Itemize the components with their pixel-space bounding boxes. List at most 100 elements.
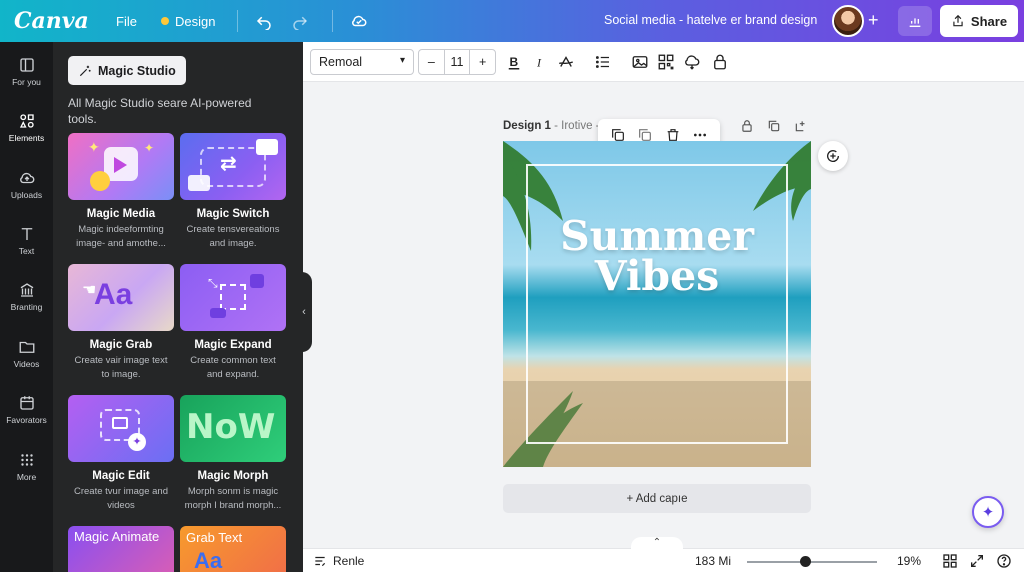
rail-item-more[interactable]: More [0, 451, 53, 482]
rail-label: Branting [10, 302, 43, 312]
video-thumb-icon [256, 139, 278, 155]
shapes-icon [19, 114, 34, 128]
zoom-slider[interactable] [747, 556, 877, 567]
avatar[interactable] [832, 5, 864, 37]
tile-magic-media[interactable]: ✦ ✦ Magic Media Magic indeeformting image… [68, 133, 174, 251]
tile-name: Magic Switch [196, 208, 270, 220]
svg-text:I: I [536, 56, 542, 70]
headline-text[interactable]: Summer Vibes [503, 216, 811, 297]
divider [332, 10, 334, 32]
tile-name: Magic Expand [194, 339, 272, 351]
tile-magic-edit[interactable]: ✦ Magic Edit Create tvur image and videos [68, 395, 174, 513]
rail-label: For you [12, 77, 41, 87]
tile-magic-animate[interactable]: Magic Animate [68, 526, 174, 572]
magic-animate-thumb-text: Magic Animate [74, 529, 160, 544]
duplicate-page-icon[interactable] [767, 119, 783, 135]
magic-switch-thumbnail: ⇄ [180, 133, 286, 200]
undo-icon[interactable] [254, 11, 274, 31]
magic-assistant-button[interactable]: ✦ [972, 496, 1004, 528]
tile-magic-morph[interactable]: NoW Magic Morph Morph sonm is magic morph… [180, 395, 286, 513]
show-pages-button[interactable]: ⌃ [631, 537, 683, 551]
canva-logo[interactable]: Canva [14, 8, 92, 34]
list-icon[interactable] [594, 53, 612, 71]
page-subtitle: - Irotive - [550, 120, 600, 132]
chevron-up-icon: ⌃ [652, 537, 662, 548]
grid-view-icon[interactable] [942, 553, 958, 569]
qr-code-icon[interactable] [657, 53, 675, 71]
rail-item-brand[interactable]: Branting [0, 281, 53, 312]
insights-button[interactable] [898, 6, 932, 36]
help-icon[interactable] [996, 553, 1012, 569]
invite-plus-icon[interactable]: + [868, 10, 879, 31]
rail-item-favorites[interactable]: Favorators [0, 394, 53, 425]
share-button[interactable]: Share [940, 5, 1018, 37]
grab-text-aa: Aa [194, 548, 223, 572]
zoom-slider-handle[interactable] [800, 556, 811, 567]
rail-item-elements[interactable]: Elements [0, 112, 53, 143]
tile-magic-expand[interactable]: ⤡ Magic Expand Create common text and exp… [180, 264, 286, 382]
magic-grab-thumbnail: Aa ☚ [68, 264, 174, 331]
tile-name: Magic Morph [197, 470, 269, 482]
magic-animate-thumbnail: Magic Animate [68, 526, 174, 572]
rail-label: Favorators [6, 415, 47, 425]
rail-item-for-you[interactable]: For you [0, 56, 53, 87]
fullscreen-icon[interactable] [969, 553, 985, 569]
grab-text-thumb-text: Grab Text [186, 530, 243, 545]
page-title: Design 1 [503, 120, 551, 132]
font-size-value[interactable]: 11 [443, 50, 471, 74]
tile-magic-switch[interactable]: ⇄ Magic Switch Create tensvereations and … [180, 133, 286, 251]
font-select[interactable]: Remoal ▾ [310, 49, 414, 75]
grab-text-thumbnail: Grab Text Aa [180, 526, 286, 572]
chevron-down-icon: ▾ [399, 55, 405, 66]
rail-item-uploads[interactable]: Uploads [0, 169, 53, 200]
tile-description: Magic indeeformting image- and amothe... [76, 224, 166, 249]
image-icon[interactable] [631, 53, 649, 71]
text-icon [21, 228, 32, 240]
tile-grab-text[interactable]: Grab Text Aa [180, 526, 286, 572]
swap-arrows-icon: ⇄ [220, 153, 237, 175]
share-label: Share [970, 13, 1008, 29]
calendar-icon [19, 396, 34, 410]
zoom-percentage[interactable]: 19% [897, 554, 921, 568]
add-caption-button[interactable]: + Add capıe [503, 484, 811, 513]
image-icon [112, 417, 128, 429]
file-menu-label: File [116, 13, 137, 29]
collapse-panel-button[interactable]: ‹ [296, 272, 312, 352]
block-shape [210, 308, 226, 318]
folder-icon [19, 341, 34, 353]
brand-icon [20, 283, 33, 297]
cloud-sync-icon[interactable] [683, 53, 701, 71]
text-effects-icon[interactable] [557, 53, 575, 71]
redo-icon[interactable] [290, 11, 310, 31]
notes-button[interactable]: Renle [313, 554, 364, 568]
tile-description: Create common text and expand. [190, 355, 276, 380]
image-thumb-icon [188, 175, 210, 191]
tile-magic-grab[interactable]: Aa ☚ Magic Grab Create vair image text to… [68, 264, 174, 382]
increase-size-button[interactable]: + [470, 55, 495, 69]
design-artboard[interactable]: Summer Vibes [503, 141, 811, 467]
rail-item-videos[interactable]: Videos [0, 338, 53, 369]
tile-description: Morph sonm is magic morph I brand morph..… [184, 486, 282, 511]
sparkle-icon: ✦ [144, 141, 155, 155]
file-menu[interactable]: File [116, 14, 137, 29]
magic-morph-thumbnail: NoW [180, 395, 286, 462]
magic-studio-chip[interactable]: Magic Studio [68, 56, 186, 85]
magic-studio-panel: Magic Studio All Magic Studio seare AI-p… [53, 42, 303, 572]
cloud-saved-icon[interactable] [349, 11, 369, 31]
lock-page-icon[interactable] [740, 119, 756, 135]
font-size-stepper[interactable]: – 11 + [418, 49, 496, 75]
decrease-size-button[interactable]: – [419, 55, 444, 69]
page-label[interactable]: Design 1 - Irotive - [503, 120, 600, 132]
rail-item-text[interactable]: Text [0, 225, 53, 256]
bold-icon[interactable]: B [505, 53, 523, 71]
comment-button[interactable] [818, 141, 848, 171]
add-page-icon[interactable] [794, 119, 810, 135]
grab-aa-text: Aa [94, 278, 133, 311]
share-icon [953, 14, 963, 27]
design-menu[interactable]: Design [160, 14, 215, 29]
document-title[interactable]: Social media - hatelve er brand design [604, 13, 817, 27]
lock-icon[interactable] [711, 53, 729, 71]
tile-description: Create tensvereations and image. [186, 224, 280, 249]
magic-expand-thumbnail: ⤡ [180, 264, 286, 331]
italic-icon[interactable]: I [531, 53, 549, 71]
